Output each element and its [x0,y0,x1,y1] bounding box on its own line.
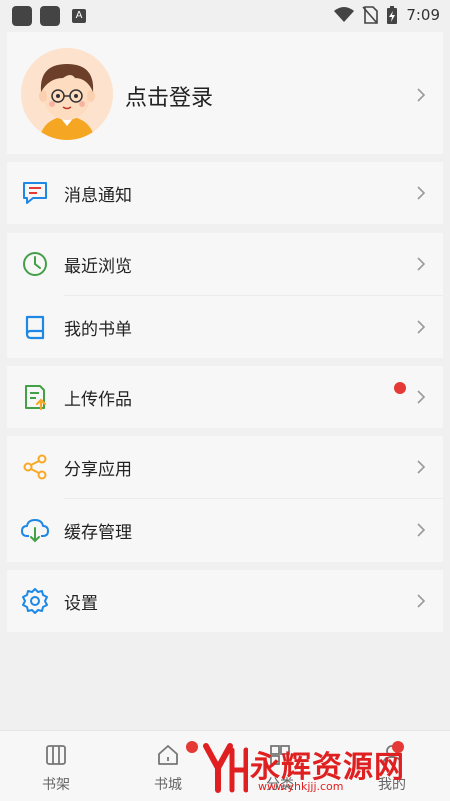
avatar[interactable] [21,48,113,140]
menu-label: 设置 [64,594,98,614]
menu-group-upload: 上传作品 [7,366,443,428]
no-sim-icon [362,6,379,24]
status-bar: A 7:09 [0,0,450,30]
tab-bookshelf[interactable]: 书架 [0,731,112,801]
menu-group-app: 分享应用 缓存管理 [7,436,443,562]
menu-item-cache[interactable]: 缓存管理 [7,499,443,561]
login-label[interactable]: 点击登录 [125,80,213,112]
chevron-right-icon [417,594,426,608]
chevron-right-icon [417,88,426,102]
menu-item-share[interactable]: 分享应用 [7,436,443,498]
menu-label: 消息通知 [64,186,132,206]
bookshelf-icon [46,745,66,765]
upload-document-icon [25,385,47,411]
menu-label: 分享应用 [64,460,132,480]
share-icon [23,454,47,480]
menu-label: 我的书单 [64,320,132,340]
cloud-download-icon [21,519,49,543]
notification-icon [12,6,32,26]
menu-item-notifications[interactable]: 消息通知 [7,162,443,224]
tab-badge-dot [186,741,198,753]
watermark-url: www.yhkjjj.com [258,780,344,793]
menu-label: 上传作品 [64,390,132,410]
battery-charging-icon [387,6,398,24]
message-icon [23,182,47,204]
notification-icon [40,6,60,26]
avatar-illustration [21,48,113,140]
menu-item-settings[interactable]: 设置 [7,570,443,632]
menu-group-settings: 设置 [7,570,443,632]
app-notification-icon: A [72,9,86,23]
menu-label: 最近浏览 [64,257,132,277]
clock: 7:09 [406,6,440,24]
chevron-right-icon [417,320,426,334]
menu-group-library: 最近浏览 我的书单 [7,233,443,358]
wifi-icon [334,7,355,22]
home-icon [158,745,178,765]
chevron-right-icon [417,523,426,537]
new-badge-dot [394,382,406,394]
menu-label: 缓存管理 [64,523,132,543]
chevron-right-icon [417,460,426,474]
clock-icon [23,252,47,276]
menu-group-notifications: 消息通知 [7,162,443,224]
tab-label: 书架 [42,777,70,793]
chevron-right-icon [417,257,426,271]
watermark: 永辉资源网 www.yhkjjj.com [200,738,450,800]
menu-item-upload[interactable]: 上传作品 [7,366,443,428]
book-icon [25,315,45,340]
menu-item-booklist[interactable]: 我的书单 [7,296,443,358]
gear-icon [22,588,48,614]
chevron-right-icon [417,390,426,404]
menu-item-recent[interactable]: 最近浏览 [7,233,443,295]
chevron-right-icon [417,186,426,200]
profile-card[interactable]: 点击登录 [7,32,443,154]
watermark-logo [203,743,248,793]
